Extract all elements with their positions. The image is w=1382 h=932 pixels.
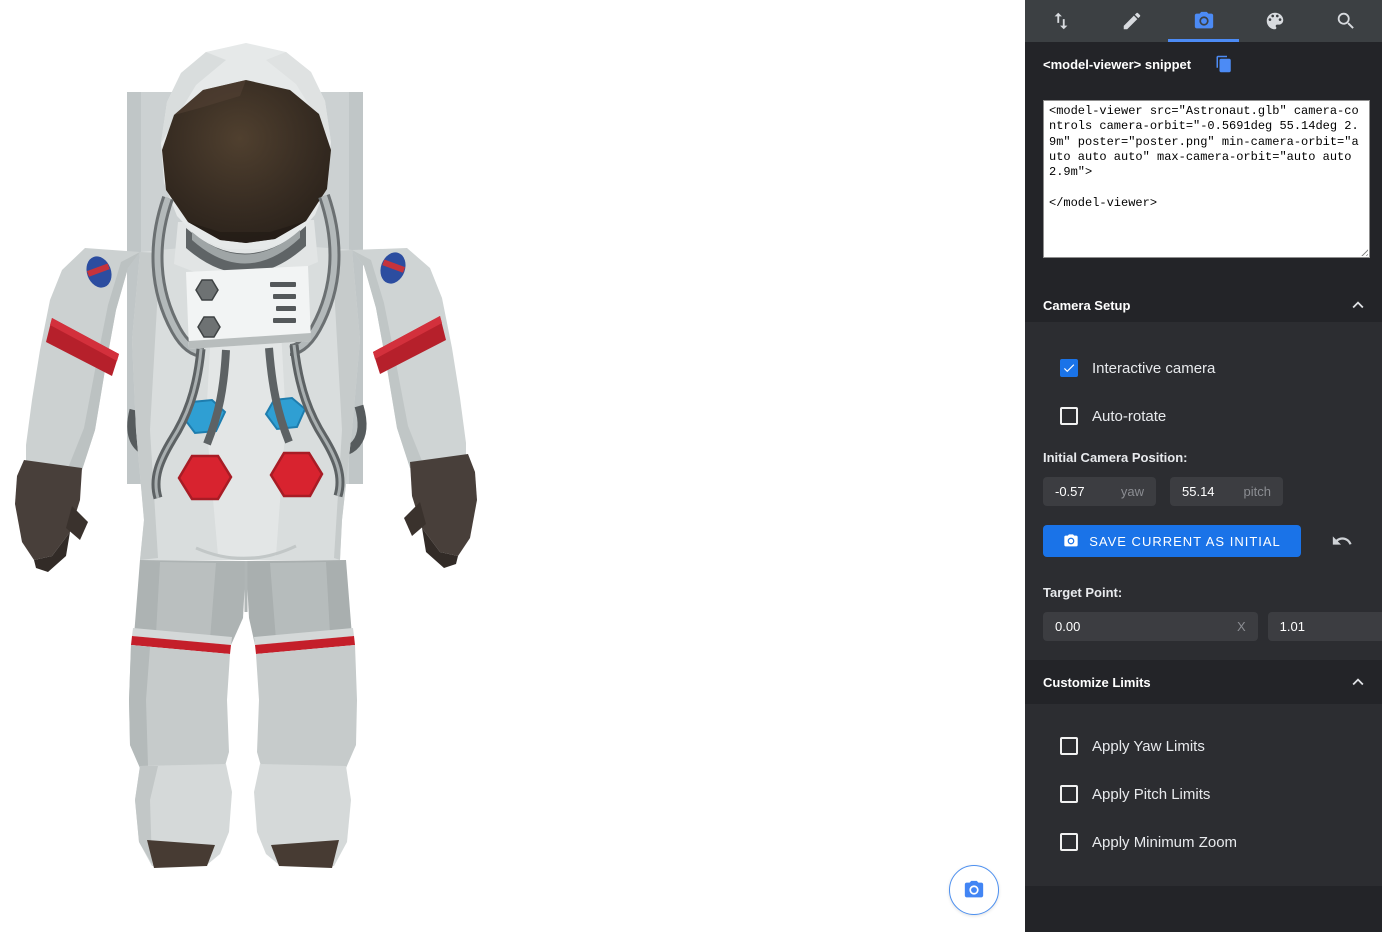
model-viewer-editor: <model-viewer> snippet <model-viewer src… [0, 0, 1382, 932]
interactive-camera-row: Interactive camera [1043, 352, 1364, 384]
search-icon [1335, 10, 1357, 32]
target-x-suffix: X [1237, 619, 1246, 634]
swap-vertical-icon [1050, 10, 1072, 32]
camera-icon [1063, 533, 1079, 549]
chevron-up-icon [1347, 671, 1369, 693]
interactive-camera-checkbox[interactable] [1060, 359, 1078, 377]
save-current-as-initial-button[interactable]: SAVE CURRENT AS INITIAL [1043, 525, 1301, 557]
collapse-customize-limits-button[interactable] [1346, 670, 1370, 694]
pitch-suffix: pitch [1244, 484, 1271, 499]
target-point-label: Target Point: [1043, 585, 1364, 601]
auto-rotate-checkbox[interactable] [1060, 407, 1078, 425]
target-y-field: Y [1268, 612, 1382, 641]
snippet-section: <model-viewer> snippet <model-viewer src… [1025, 42, 1382, 288]
auto-rotate-label: Auto-rotate [1092, 408, 1166, 425]
camera-setup-header: Camera Setup [1025, 288, 1382, 322]
revert-camera-button[interactable] [1328, 527, 1356, 555]
yaw-suffix: yaw [1121, 484, 1144, 499]
apply-yaw-limits-row: Apply Yaw Limits [1043, 730, 1364, 762]
apply-yaw-limits-label: Apply Yaw Limits [1092, 738, 1205, 755]
tab-materials[interactable] [1239, 0, 1310, 42]
pitch-input[interactable] [1182, 484, 1238, 499]
interactive-camera-label: Interactive camera [1092, 360, 1215, 377]
palette-icon [1264, 10, 1286, 32]
copy-snippet-button[interactable] [1215, 55, 1233, 73]
camera-setup-title: Camera Setup [1043, 298, 1130, 313]
apply-pitch-limits-row: Apply Pitch Limits [1043, 778, 1364, 810]
check-icon [1062, 361, 1076, 375]
undo-icon [1331, 530, 1353, 552]
save-button-label: SAVE CURRENT AS INITIAL [1089, 534, 1281, 549]
collapse-camera-setup-button[interactable] [1346, 293, 1370, 317]
tab-camera[interactable] [1168, 0, 1239, 42]
editor-side-panel: <model-viewer> snippet <model-viewer src… [1025, 0, 1382, 932]
initial-camera-position-label: Initial Camera Position: [1043, 450, 1364, 466]
copy-icon [1215, 55, 1233, 73]
camera-setup-content: Interactive camera Auto-rotate Initial C… [1025, 322, 1382, 660]
apply-yaw-limits-checkbox[interactable] [1060, 737, 1078, 755]
panel-toolbar [1025, 0, 1382, 42]
target-x-field: X [1043, 612, 1258, 641]
astronaut-model [0, 0, 1025, 932]
panel-footer [1025, 886, 1382, 932]
customize-limits-content: Apply Yaw Limits Apply Pitch Limits Appl… [1025, 704, 1382, 886]
auto-rotate-row: Auto-rotate [1043, 400, 1364, 432]
customize-limits-title: Customize Limits [1043, 675, 1151, 690]
snippet-code-textarea[interactable]: <model-viewer src="Astronaut.glb" camera… [1043, 100, 1370, 258]
snippet-title: <model-viewer> snippet [1043, 57, 1191, 72]
tab-edit[interactable] [1096, 0, 1167, 42]
apply-minimum-zoom-checkbox[interactable] [1060, 833, 1078, 851]
model-viewport[interactable] [0, 0, 1025, 932]
pitch-field: pitch [1170, 477, 1283, 506]
target-y-input[interactable] [1280, 619, 1382, 634]
apply-minimum-zoom-row: Apply Minimum Zoom [1043, 826, 1364, 858]
apply-pitch-limits-checkbox[interactable] [1060, 785, 1078, 803]
tab-file-import-export[interactable] [1025, 0, 1096, 42]
camera-icon [963, 879, 985, 901]
chevron-up-icon [1347, 294, 1369, 316]
apply-pitch-limits-label: Apply Pitch Limits [1092, 786, 1210, 803]
apply-minimum-zoom-label: Apply Minimum Zoom [1092, 834, 1237, 851]
target-x-input[interactable] [1055, 619, 1231, 634]
take-screenshot-button[interactable] [949, 865, 999, 915]
customize-limits-header: Customize Limits [1025, 660, 1382, 704]
yaw-field: yaw [1043, 477, 1156, 506]
camera-icon [1193, 10, 1215, 32]
yaw-input[interactable] [1055, 484, 1115, 499]
tab-inspector[interactable] [1311, 0, 1382, 42]
edit-pencil-icon [1121, 10, 1143, 32]
